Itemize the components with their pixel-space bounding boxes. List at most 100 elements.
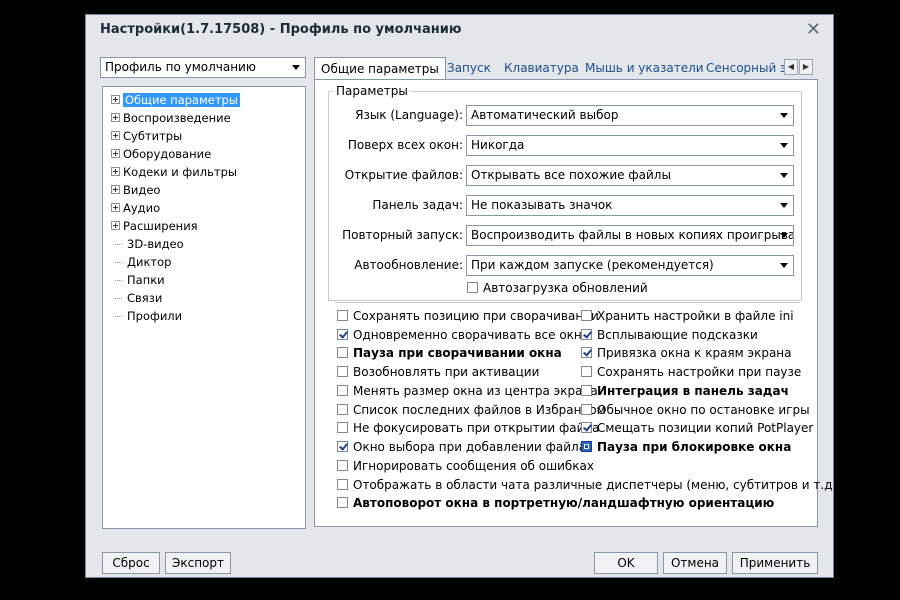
tree-item-folders[interactable]: Папки	[111, 272, 165, 290]
tab-scroll-left-icon[interactable]: ◀	[784, 59, 798, 75]
right-check-0[interactable]: Хранить настройки в файле ini	[581, 307, 794, 325]
language-select[interactable]: Автоматический выбор	[466, 105, 794, 126]
expand-icon[interactable]	[111, 149, 120, 158]
divider	[335, 302, 800, 303]
checkbox-box[interactable]	[337, 422, 348, 433]
tree-item-playback[interactable]: Воспроизведение	[111, 110, 231, 128]
ontop-select[interactable]: Никогда	[466, 135, 794, 156]
right-check-2[interactable]: Привязка окна к краям экрана	[581, 344, 792, 362]
tab-keyboard[interactable]: Клавиатура	[504, 57, 579, 79]
checkbox-box[interactable]	[337, 404, 348, 415]
reset-button[interactable]: Сброс	[102, 552, 160, 574]
expand-icon[interactable]	[111, 221, 120, 230]
right-check-6[interactable]: Смещать позиции копий PotPlayer	[581, 419, 813, 437]
expand-icon[interactable]	[111, 167, 120, 176]
expand-icon[interactable]	[111, 203, 120, 212]
expand-icon[interactable]	[111, 95, 120, 104]
checkbox-box[interactable]	[581, 385, 592, 396]
tree-item-subtitles[interactable]: Субтитры	[111, 128, 182, 146]
checkbox-box[interactable]	[581, 366, 592, 377]
checkbox-box[interactable]	[581, 329, 592, 340]
right-check-4[interactable]: Интеграция в панель задач	[581, 382, 789, 400]
left-check-2[interactable]: Пауза при сворачивании окна	[337, 344, 562, 362]
left-check-9[interactable]: Отображать в области чата различные дисп…	[337, 476, 841, 494]
checkbox-box[interactable]	[337, 329, 348, 340]
right-check-7[interactable]: Пауза при блокировке окна	[581, 438, 791, 456]
checkbox-box[interactable]	[337, 479, 348, 490]
tree-item-associations[interactable]: Связи	[111, 290, 162, 308]
apply-button[interactable]: Применить	[732, 552, 818, 574]
checkbox-label: Окно выбора при добавлении файла	[353, 440, 587, 454]
tree-item-general[interactable]: Общие параметры	[111, 92, 240, 110]
export-button[interactable]: Экспорт	[165, 552, 231, 574]
checkbox-label: Не фокусировать при открытии файла	[353, 421, 600, 435]
autoupdate-select[interactable]: При каждом запуске (рекомендуется)	[466, 255, 794, 276]
tree-item-3d-video[interactable]: 3D-видео	[111, 236, 184, 254]
checkbox-label: Пауза при блокировке окна	[597, 440, 792, 454]
file-open-select-value: Открывать все похожие файлы	[471, 168, 671, 182]
taskbar-label: Панель задач:	[372, 198, 463, 212]
checkbox-box[interactable]	[467, 282, 478, 293]
checkbox-box[interactable]	[581, 310, 592, 321]
checkbox-label: Хранить настройки в файле ini	[597, 309, 794, 323]
title-bar[interactable]: Настройки(1.7.17508) - Профиль по умолча…	[86, 15, 833, 49]
expand-icon[interactable]	[111, 131, 120, 140]
profile-select[interactable]: Профиль по умолчанию	[100, 57, 306, 78]
tree-item-hardware[interactable]: Оборудование	[111, 146, 211, 164]
tab-scroll-right-icon[interactable]: ▶	[799, 59, 813, 75]
file-open-select[interactable]: Открывать все похожие файлы	[466, 165, 794, 186]
left-check-10[interactable]: Автоповорот окна в портретную/ландшафтну…	[337, 494, 774, 512]
checkbox-label: Интеграция в панель задач	[597, 384, 789, 398]
right-check-3[interactable]: Сохранять настройки при паузе	[581, 363, 801, 381]
checkbox-box[interactable]	[337, 441, 348, 452]
ontop-label: Поверх всех окон:	[347, 138, 463, 152]
left-check-4[interactable]: Менять размер окна из центра экрана	[337, 382, 598, 400]
checkbox-box[interactable]	[337, 497, 348, 508]
left-check-8[interactable]: Игнорировать сообщения об ошибках	[337, 457, 594, 475]
tree-item-extensions[interactable]: Расширения	[111, 218, 198, 236]
expand-icon[interactable]	[111, 113, 120, 122]
taskbar-select[interactable]: Не показывать значок	[466, 195, 794, 216]
checkbox-box[interactable]	[337, 385, 348, 396]
tree-item-profiles[interactable]: Профили	[111, 308, 182, 326]
close-icon[interactable]: ✕	[806, 20, 821, 40]
tree-item-codecs[interactable]: Кодеки и фильтры	[111, 164, 237, 182]
checkbox-box[interactable]	[337, 460, 348, 471]
settings-window: Настройки(1.7.17508) - Профиль по умолча…	[85, 14, 841, 578]
left-check-1[interactable]: Одновременно сворачивать все окна	[337, 326, 589, 344]
tree-item-label: Папки	[127, 273, 165, 287]
ok-button[interactable]: OK	[594, 552, 658, 574]
expand-icon[interactable]	[111, 185, 120, 194]
tree-item-audio[interactable]: Аудио	[111, 200, 160, 218]
left-check-7[interactable]: Окно выбора при добавлении файла	[337, 438, 586, 456]
checkbox-box[interactable]	[337, 310, 348, 321]
checkbox-label: Автозагрузка обновлений	[483, 281, 648, 295]
ontop-select-value: Никогда	[471, 138, 525, 152]
cancel-button[interactable]: Отмена	[663, 552, 727, 574]
checkbox-box[interactable]	[581, 404, 592, 415]
tree-item-label: Субтитры	[123, 129, 183, 143]
tree-item-video[interactable]: Видео	[111, 182, 160, 200]
right-check-5[interactable]: Обычное окно по остановке игры	[581, 401, 810, 419]
left-check-3[interactable]: Возобновлять при активации	[337, 363, 539, 381]
tab-touch[interactable]: Сенсорный эк	[706, 57, 784, 79]
tab-general[interactable]: Общие параметры	[314, 57, 446, 80]
left-check-5[interactable]: Список последних файлов в Избранном	[337, 401, 606, 419]
checkbox-label: Возобновлять при активации	[353, 365, 540, 379]
autoload-updates-checkbox[interactable]: Автозагрузка обновлений	[467, 279, 648, 297]
right-check-1[interactable]: Всплывающие подсказки	[581, 326, 758, 344]
tree-connector	[115, 244, 122, 245]
checkbox-label: Сохранять настройки при паузе	[597, 365, 802, 379]
tree-item-label: Связи	[127, 291, 163, 305]
tree-item-narrator[interactable]: Диктор	[111, 254, 171, 272]
checkbox-box[interactable]	[581, 441, 592, 452]
checkbox-box[interactable]	[581, 422, 592, 433]
relaunch-select[interactable]: Воспроизводить файлы в новых копиях прои…	[466, 225, 794, 246]
tab-mouse[interactable]: Мышь и указатели	[585, 57, 704, 79]
checkbox-box[interactable]	[337, 347, 348, 358]
tab-startup[interactable]: Запуск	[447, 57, 491, 79]
left-check-6[interactable]: Не фокусировать при открытии файла	[337, 419, 599, 437]
left-check-0[interactable]: Сохранять позицию при сворачивании	[337, 307, 599, 325]
checkbox-box[interactable]	[337, 366, 348, 377]
checkbox-box[interactable]	[581, 347, 592, 358]
